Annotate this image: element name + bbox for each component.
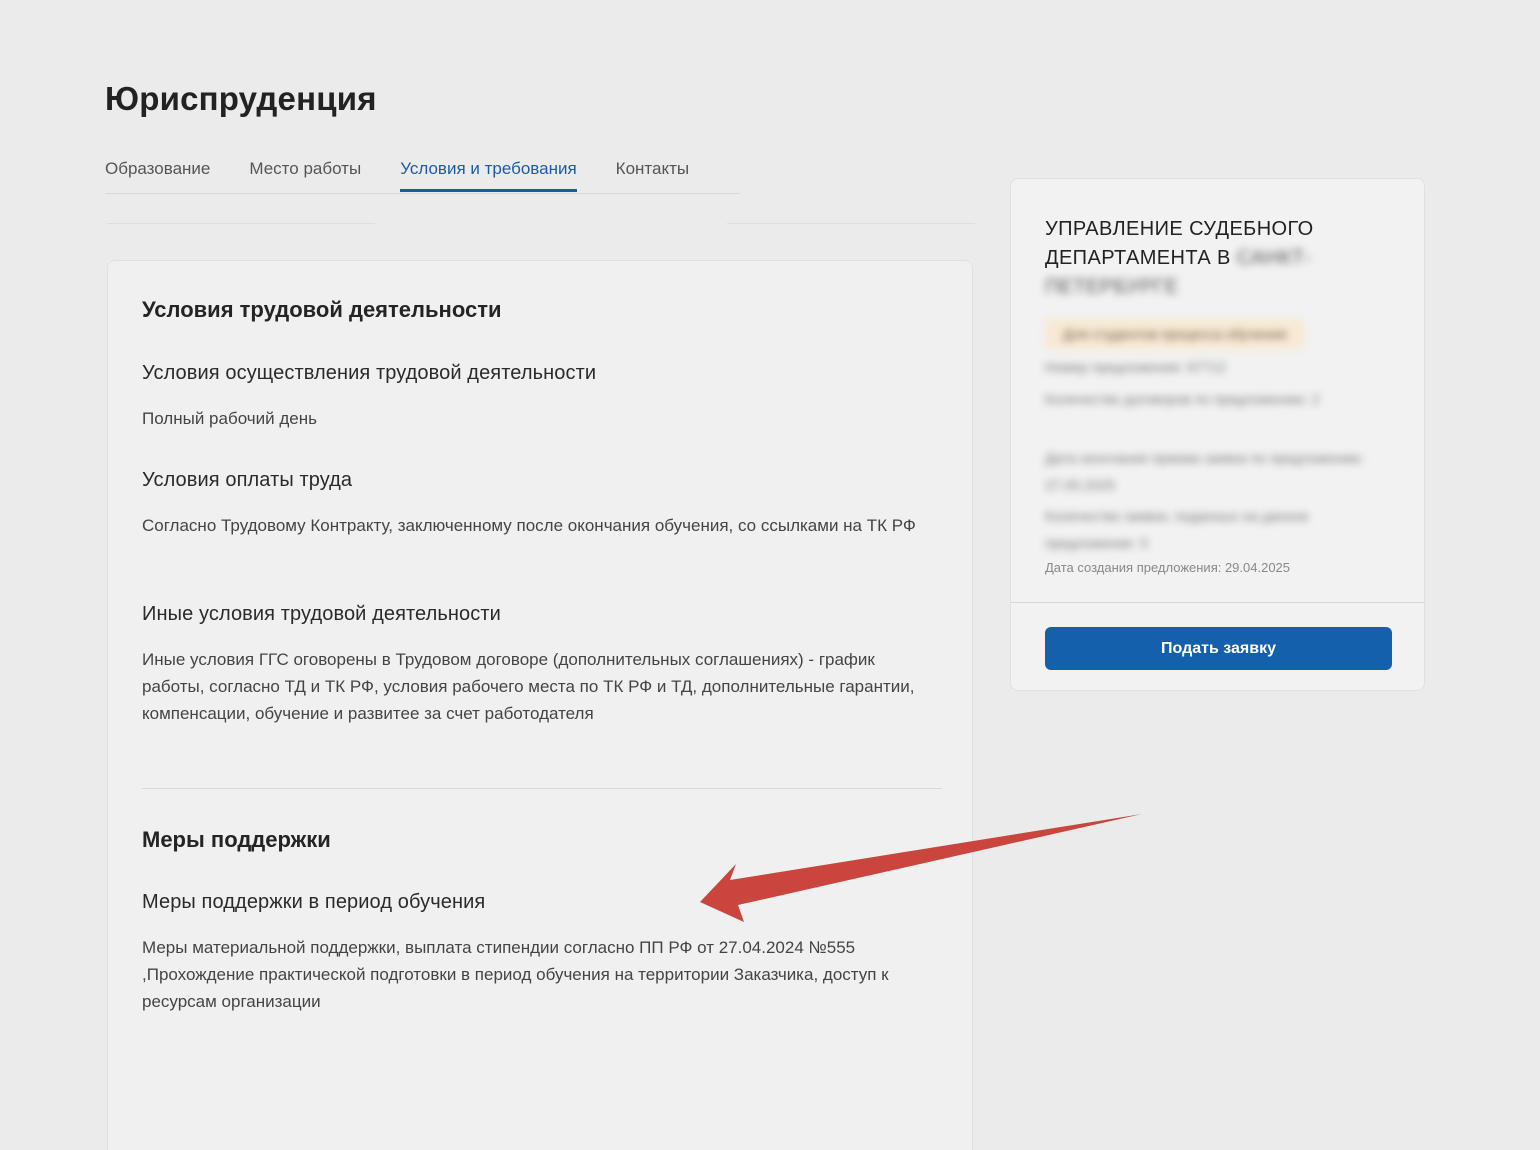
offer-badge: Для студентов процесса обучения (1045, 319, 1305, 349)
work-conditions-title: Условия осуществления трудовой деятельно… (142, 362, 597, 384)
card-divider (1011, 602, 1424, 603)
page-title: Юриспруденция (105, 80, 377, 117)
tab-workplace[interactable]: Место работы (249, 150, 361, 192)
section-divider (142, 788, 942, 789)
other-conditions-title: Иные условия трудовой деятельности (142, 603, 501, 625)
payment-conditions-title: Условия оплаты труда (142, 469, 353, 491)
study-support-title: Меры поддержки в период обучения (142, 891, 486, 913)
divider (727, 223, 975, 224)
payment-conditions-text: Согласно Трудовому Контракту, заключенно… (142, 516, 916, 535)
contracts-count: Количество договоров по предложению: 2 (1045, 391, 1320, 407)
divider (107, 223, 375, 224)
apply-button[interactable]: Подать заявку (1045, 627, 1392, 670)
deadline: Дата окончания приема заявок по предложе… (1045, 450, 1365, 493)
tab-education[interactable]: Образование (105, 150, 210, 192)
created-date: Дата создания предложения: 29.04.2025 (1045, 560, 1291, 575)
offer-number: Номер предложения: 97712 (1045, 359, 1226, 375)
org-name: УПРАВЛЕНИЕ СУДЕБНОГО ДЕПАРТАМЕНТА В САНК… (1045, 215, 1395, 302)
conditions-card: Условия трудовой деятельности Условия ос… (107, 260, 973, 1150)
tab-bar: Образование Место работы Условия и требо… (105, 150, 740, 194)
support-title: Меры поддержки (142, 827, 331, 852)
tab-contacts[interactable]: Контакты (616, 150, 689, 192)
page: Юриспруденция Образование Место работы У… (0, 0, 1540, 1150)
tab-conditions[interactable]: Условия и требования (400, 150, 577, 192)
conditions-title: Условия трудовой деятельности (142, 297, 502, 322)
applications-count: Количество заявок, поданных на данное пр… (1045, 508, 1309, 551)
work-conditions-text: Полный рабочий день (142, 409, 317, 428)
offer-card: УПРАВЛЕНИЕ СУДЕБНОГО ДЕПАРТАМЕНТА В САНК… (1010, 178, 1425, 691)
study-support-text: Меры материальной поддержки, выплата сти… (142, 938, 889, 1011)
other-conditions-text: Иные условия ГГС оговорены в Трудовом до… (142, 650, 915, 723)
